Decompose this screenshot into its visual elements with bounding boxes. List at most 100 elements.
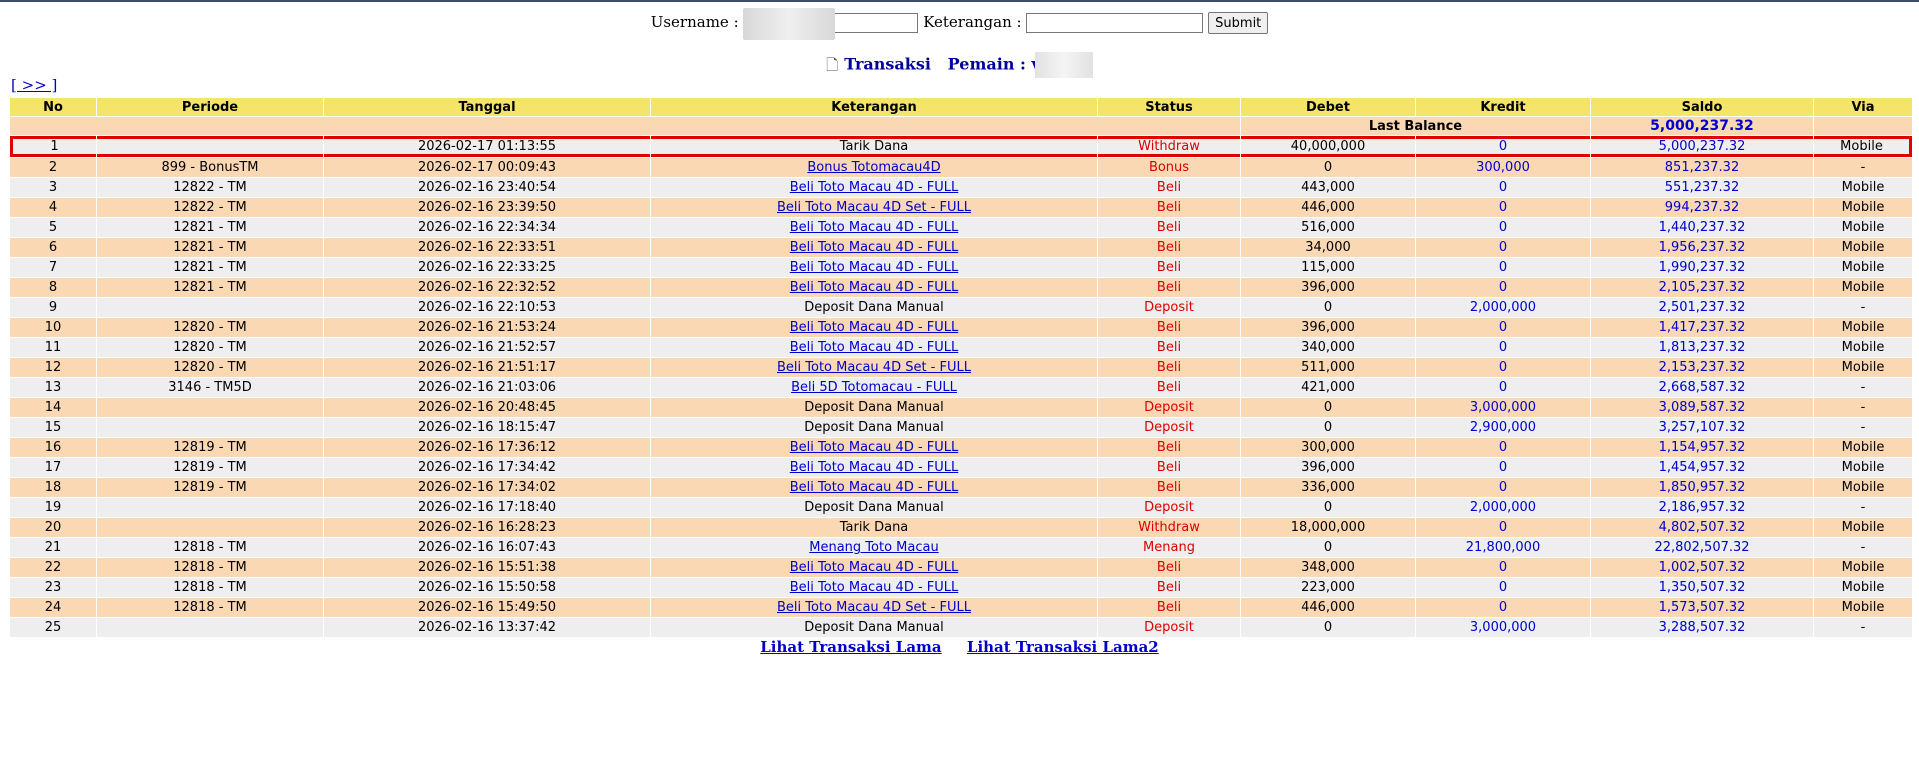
keterangan-link[interactable]: Beli Toto Macau 4D - FULL	[790, 240, 959, 255]
cell-tanggal: 2026-02-16 22:10:53	[324, 298, 650, 317]
cell-periode	[97, 418, 323, 437]
cell-status: Bonus	[1098, 158, 1240, 177]
cell-status: Beli	[1098, 558, 1240, 577]
cell-via: Mobile	[1814, 198, 1912, 217]
cell-periode: 12819 - TM	[97, 458, 323, 477]
keterangan-input[interactable]	[1026, 13, 1204, 33]
cell-debet: 34,000	[1241, 238, 1415, 257]
keterangan-link[interactable]: Beli Toto Macau 4D Set - FULL	[777, 360, 971, 375]
cell-via: Mobile	[1814, 318, 1912, 337]
cell-via: -	[1814, 418, 1912, 437]
cell-tanggal: 2026-02-16 15:49:50	[324, 598, 650, 617]
cell-saldo: 1,440,237.32	[1591, 218, 1813, 237]
cell-keterangan: Tarik Dana	[651, 136, 1097, 157]
keterangan-link[interactable]: Beli Toto Macau 4D Set - FULL	[777, 600, 971, 615]
title-pemain: Pemain : v	[947, 54, 1041, 74]
cell-debet: 421,000	[1241, 378, 1415, 397]
table-row: 23 12818 - TM 2026-02-16 15:50:58 Beli Toto…	[10, 578, 1912, 597]
keterangan-link[interactable]: Beli Toto Macau 4D - FULL	[790, 220, 959, 235]
cell-keterangan: Beli Toto Macau 4D - FULL	[651, 318, 1097, 337]
cell-kredit: 3,000,000	[1416, 398, 1590, 417]
keterangan-link[interactable]: Bonus Totomacau4D	[807, 160, 940, 175]
cell-periode: 12820 - TM	[97, 338, 323, 357]
keterangan-link[interactable]: Beli Toto Macau 4D Set - FULL	[777, 200, 971, 215]
cell-via: Mobile	[1814, 178, 1912, 197]
keterangan-link[interactable]: Beli Toto Macau 4D - FULL	[790, 260, 959, 275]
cell-no: 3	[10, 178, 96, 197]
top-border	[0, 0, 1919, 2]
header-saldo: Saldo	[1591, 98, 1813, 116]
cell-saldo: 1,990,237.32	[1591, 258, 1813, 277]
cell-periode: 12819 - TM	[97, 478, 323, 497]
cell-via: Mobile	[1814, 358, 1912, 377]
cell-periode: 12821 - TM	[97, 218, 323, 237]
keterangan-link[interactable]: Beli Toto Macau 4D - FULL	[790, 180, 959, 195]
cell-keterangan: Beli Toto Macau 4D - FULL	[651, 338, 1097, 357]
page-title: 🗋 Transaksi Pemain : v	[0, 52, 1919, 80]
cell-via: Mobile	[1814, 218, 1912, 237]
cell-tanggal: 2026-02-16 23:40:54	[324, 178, 650, 197]
cell-status: Beli	[1098, 438, 1240, 457]
keterangan-link[interactable]: Beli Toto Macau 4D - FULL	[790, 340, 959, 355]
cell-via: Mobile	[1814, 518, 1912, 537]
cell-tanggal: 2026-02-16 22:33:51	[324, 238, 650, 257]
cell-saldo: 1,350,507.32	[1591, 578, 1813, 597]
cell-no: 10	[10, 318, 96, 337]
keterangan-link[interactable]: Beli Toto Macau 4D - FULL	[790, 560, 959, 575]
keterangan-link[interactable]: Beli Toto Macau 4D - FULL	[790, 320, 959, 335]
cell-via: -	[1814, 378, 1912, 397]
submit-button[interactable]: Submit	[1208, 12, 1269, 34]
cell-saldo: 1,454,957.32	[1591, 458, 1813, 477]
lihat-transaksi-lama-link[interactable]: Lihat Transaksi Lama	[760, 638, 941, 656]
cell-via: -	[1814, 298, 1912, 317]
keterangan-link[interactable]: Beli Toto Macau 4D - FULL	[790, 280, 959, 295]
cell-status: Beli	[1098, 338, 1240, 357]
cell-debet: 396,000	[1241, 458, 1415, 477]
cell-saldo: 1,850,957.32	[1591, 478, 1813, 497]
cell-debet: 446,000	[1241, 198, 1415, 217]
keterangan-link[interactable]: Beli 5D Totomacau - FULL	[791, 380, 957, 395]
cell-keterangan: Tarik Dana	[651, 518, 1097, 537]
cell-no: 14	[10, 398, 96, 417]
cell-periode	[97, 618, 323, 637]
cell-via: Mobile	[1814, 458, 1912, 477]
cell-status: Beli	[1098, 278, 1240, 297]
lihat-transaksi-lama2-link[interactable]: Lihat Transaksi Lama2	[967, 638, 1159, 656]
keterangan-link[interactable]: Beli Toto Macau 4D - FULL	[790, 460, 959, 475]
header-kredit: Kredit	[1416, 98, 1590, 116]
keterangan-link[interactable]: Beli Toto Macau 4D - FULL	[790, 440, 959, 455]
cell-debet: 516,000	[1241, 218, 1415, 237]
table-row: 20 2026-02-16 16:28:23 Tarik Dana Withdraw 1…	[10, 518, 1912, 537]
cell-keterangan: Beli Toto Macau 4D - FULL	[651, 438, 1097, 457]
transaction-table: No Periode Tanggal Keterangan Status Deb…	[9, 97, 1913, 638]
keterangan-link[interactable]: Beli Toto Macau 4D - FULL	[790, 480, 959, 495]
table-row: 22 12818 - TM 2026-02-16 15:51:38 Beli Toto…	[10, 558, 1912, 577]
keterangan-link[interactable]: Beli Toto Macau 4D - FULL	[790, 580, 959, 595]
keterangan-link[interactable]: Menang Toto Macau	[809, 540, 938, 555]
cell-keterangan: Beli Toto Macau 4D Set - FULL	[651, 598, 1097, 617]
next-page-link[interactable]: [ >> ]	[11, 76, 57, 94]
table-row: 16 12819 - TM 2026-02-16 17:36:12 Beli Toto…	[10, 438, 1912, 457]
cell-keterangan: Beli Toto Macau 4D Set - FULL	[651, 198, 1097, 217]
table-row: 4 12822 - TM 2026-02-16 23:39:50 Beli Toto …	[10, 198, 1912, 217]
header-no: No	[10, 98, 96, 116]
table-row: 24 12818 - TM 2026-02-16 15:49:50 Beli Toto…	[10, 598, 1912, 617]
username-input[interactable]	[743, 13, 919, 33]
cell-kredit: 0	[1416, 338, 1590, 357]
cell-no: 2	[10, 158, 96, 177]
cell-via: Mobile	[1814, 258, 1912, 277]
header-tanggal: Tanggal	[324, 98, 650, 116]
cell-tanggal: 2026-02-16 15:51:38	[324, 558, 650, 577]
cell-kredit: 2,000,000	[1416, 298, 1590, 317]
cell-keterangan: Beli 5D Totomacau - FULL	[651, 378, 1097, 397]
cell-status: Deposit	[1098, 418, 1240, 437]
cell-no: 21	[10, 538, 96, 557]
document-icon: 🗋	[826, 55, 839, 74]
cell-kredit: 21,800,000	[1416, 538, 1590, 557]
cell-periode: 12821 - TM	[97, 258, 323, 277]
cell-kredit: 0	[1416, 258, 1590, 277]
cell-tanggal: 2026-02-16 23:39:50	[324, 198, 650, 217]
cell-saldo: 3,257,107.32	[1591, 418, 1813, 437]
cell-status: Beli	[1098, 218, 1240, 237]
cell-via: Mobile	[1814, 338, 1912, 357]
